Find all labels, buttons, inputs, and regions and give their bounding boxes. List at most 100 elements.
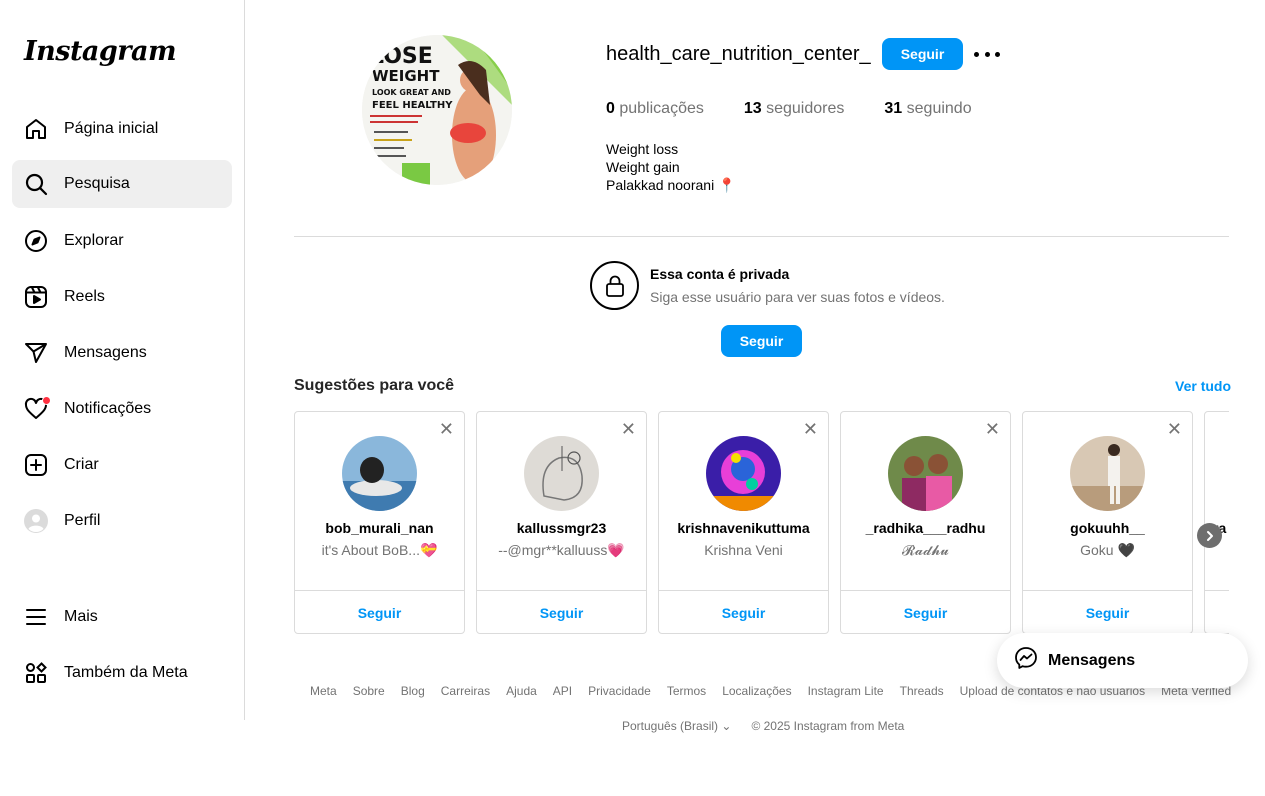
sidebar-item-more[interactable]: Mais	[12, 593, 232, 641]
footer-link[interactable]: Carreiras	[441, 684, 490, 698]
close-icon[interactable]: ✕	[621, 420, 636, 438]
close-icon[interactable]: ✕	[985, 420, 1000, 438]
suggestions-carousel: ✕ bob_murali_nan it's About BoB...💝 Segu…	[294, 411, 1229, 634]
suggestion-card[interactable]: ✕ _radhika___radhu 𝓡𝓪𝓭𝓱𝓾 Seguir	[840, 411, 1011, 634]
see-all-link[interactable]: Ver tudo	[1175, 378, 1231, 394]
following-stat[interactable]: 31 seguindo	[884, 100, 971, 118]
suggestion-subtitle: it's About BoB...💝	[321, 542, 438, 558]
sidebar-item-messages[interactable]: Mensagens	[12, 329, 232, 377]
card-divider	[477, 590, 646, 591]
sidebar-item-also-from-meta[interactable]: Também da Meta	[12, 649, 232, 697]
sidebar-item-create[interactable]: Criar	[12, 441, 232, 489]
footer-link[interactable]: API	[553, 684, 572, 698]
posts-count: 0	[606, 100, 615, 117]
copyright: © 2025 Instagram from Meta	[751, 719, 905, 733]
home-icon	[24, 117, 48, 141]
suggestion-subtitle: 𝓡𝓪𝓭𝓱𝓾	[901, 542, 950, 558]
suggestion-name[interactable]: gokuuhh__	[1023, 520, 1192, 536]
footer-link[interactable]: Instagram Lite	[808, 684, 884, 698]
messages-pill[interactable]: Mensagens	[997, 633, 1248, 688]
card-divider	[841, 590, 1010, 591]
avatar-text-look: LOOK GREAT AND	[372, 88, 451, 97]
suggestion-card[interactable]: ✕ gokuuhh__ Goku 🖤 Seguir	[1022, 411, 1193, 634]
suggestion-avatar[interactable]	[342, 436, 417, 511]
close-icon[interactable]: ✕	[803, 420, 818, 438]
footer-link[interactable]: Termos	[667, 684, 706, 698]
suggestion-name[interactable]: bob_murali_nan	[295, 520, 464, 536]
bio-line: Weight gain	[606, 159, 680, 175]
suggestion-avatar[interactable]	[706, 436, 781, 511]
profile-avatar[interactable]: LOSE WEIGHT LOOK GREAT AND FEEL HEALTHY	[362, 35, 512, 185]
sidebar-item-profile[interactable]: Perfil	[12, 497, 232, 545]
send-icon	[24, 341, 48, 365]
search-icon	[24, 172, 48, 196]
sidebar-item-label: Perfil	[64, 512, 101, 529]
sidebar-item-notifications[interactable]: Notificações	[12, 385, 232, 433]
suggestion-subtitle: Krishna Veni	[704, 542, 783, 558]
heart-icon	[24, 396, 51, 421]
sidebar-item-label: Mensagens	[64, 344, 147, 361]
follow-button[interactable]: Seguir	[882, 38, 963, 70]
close-icon[interactable]: ✕	[1167, 420, 1182, 438]
suggestion-card[interactable]: ✕ kallussmgr23 --@mgr**kalluuss💗 Seguir	[476, 411, 647, 634]
footer-link[interactable]: Ajuda	[506, 684, 537, 698]
suggestion-follow-button[interactable]: Seguir	[659, 605, 828, 621]
suggestion-follow-button[interactable]: Seguir	[477, 605, 646, 621]
meta-grid-icon	[24, 661, 48, 685]
sidebar-item-search[interactable]: Pesquisa	[12, 160, 232, 208]
following-count: 31	[884, 100, 903, 117]
sidebar-item-home[interactable]: Página inicial	[12, 105, 232, 153]
card-divider	[659, 590, 828, 591]
followers-stat[interactable]: 13 seguidores	[744, 100, 845, 118]
sidebar-item-label: Pesquisa	[64, 175, 130, 192]
language-select[interactable]: Português (Brasil) ⌄	[622, 719, 731, 733]
suggestion-avatar[interactable]	[888, 436, 963, 511]
followers-label: seguidores	[766, 100, 845, 117]
suggestion-card[interactable]: ✕ bob_murali_nan it's About BoB...💝 Segu…	[294, 411, 465, 634]
avatar-icon	[24, 509, 48, 533]
close-icon[interactable]: ✕	[439, 420, 454, 438]
language-label: Português (Brasil)	[622, 719, 719, 733]
sidebar-item-label: Reels	[64, 288, 105, 305]
chevron-right-icon[interactable]	[1197, 523, 1222, 548]
menu-icon	[24, 605, 48, 629]
reels-icon	[24, 285, 48, 309]
avatar-text-weight: WEIGHT	[372, 67, 440, 85]
footer-link[interactable]: Threads	[900, 684, 944, 698]
sidebar-item-explore[interactable]: Explorar	[12, 217, 232, 265]
suggestion-avatar[interactable]	[524, 436, 599, 511]
private-title: Essa conta é privada	[650, 266, 790, 282]
footer-link[interactable]: Privacidade	[588, 684, 651, 698]
bio-line: Palakkad noorani 📍	[606, 177, 736, 193]
posts-stat[interactable]: 0 publicações	[606, 100, 704, 118]
notification-badge	[42, 396, 51, 405]
bio-line: Weight loss	[606, 141, 679, 157]
sidebar-item-label: Página inicial	[64, 120, 159, 137]
suggestion-name[interactable]: _radhika___radhu	[841, 520, 1010, 536]
suggestion-follow-button[interactable]: Seguir	[1023, 605, 1192, 621]
footer-link[interactable]: Localizações	[722, 684, 791, 698]
sidebar-item-label: Notificações	[64, 400, 152, 417]
sidebar-item-label: Criar	[64, 456, 99, 473]
suggestion-avatar[interactable]	[1070, 436, 1145, 511]
suggestion-name[interactable]: kallussmgr23	[477, 520, 646, 536]
profile-username: health_care_nutrition_center_	[606, 43, 871, 65]
card-divider	[295, 590, 464, 591]
following-label: seguindo	[906, 100, 972, 117]
sidebar-item-reels[interactable]: Reels	[12, 273, 232, 321]
private-follow-button[interactable]: Seguir	[721, 325, 802, 357]
suggestion-follow-button[interactable]: Seguir	[295, 605, 464, 621]
suggestion-name[interactable]: krishnavenikuttuma	[659, 520, 828, 536]
footer-link[interactable]: Meta	[310, 684, 337, 698]
footer-bottom: Português (Brasil) ⌄ © 2025 Instagram fr…	[622, 719, 904, 733]
sidebar-item-label: Mais	[64, 608, 98, 625]
plus-square-icon	[24, 453, 48, 477]
instagram-logo[interactable]: Instagram	[24, 36, 177, 67]
footer-link[interactable]: Sobre	[353, 684, 385, 698]
suggestion-follow-button[interactable]: Seguir	[841, 605, 1010, 621]
footer-link[interactable]: Blog	[401, 684, 425, 698]
more-horizontal-icon[interactable]	[974, 44, 1000, 64]
suggestion-card[interactable]: ✕ krishnavenikuttuma Krishna Veni Seguir	[658, 411, 829, 634]
profile-stats: 0 publicações 13 seguidores 31 seguindo	[606, 100, 1012, 118]
posts-label: publicações	[619, 100, 704, 117]
